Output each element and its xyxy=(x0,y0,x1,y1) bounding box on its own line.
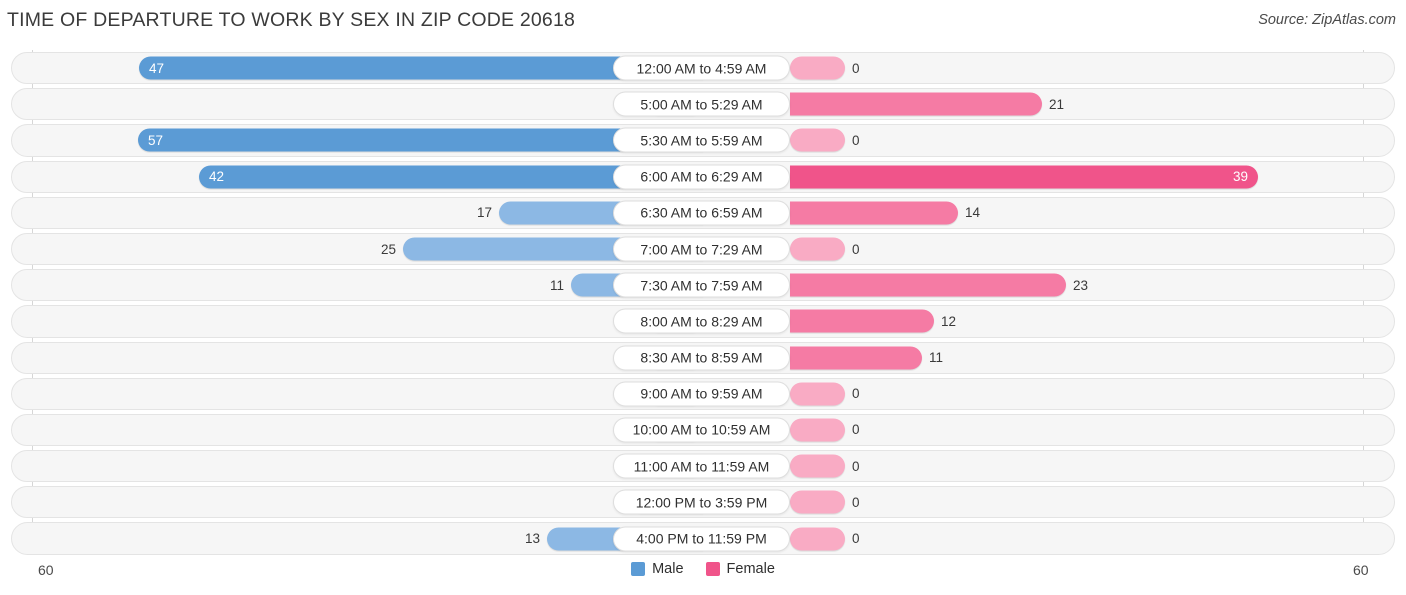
bar-value-female: 14 xyxy=(965,205,981,221)
bar-female[interactable]: 39 xyxy=(790,165,1258,189)
bar-row: 0128:00 AM to 8:29 AM xyxy=(0,303,1406,339)
bar-value-female: 0 xyxy=(852,241,860,257)
bar-row: 6012:00 PM to 3:59 PM xyxy=(0,484,1406,520)
legend-item-female[interactable]: Female xyxy=(705,561,775,577)
bar-row: 0010:00 AM to 10:59 AM xyxy=(0,412,1406,448)
bar-row: 25 0 7:00 AM to 7:29 AM xyxy=(0,231,1406,267)
bar-row: 13 0 4:00 PM to 11:59 PM xyxy=(0,520,1406,556)
category-label: 10:00 AM to 10:59 AM xyxy=(613,417,790,443)
chart-header: TIME OF DEPARTURE TO WORK BY SEX IN ZIP … xyxy=(0,0,1406,44)
legend-label-male: Male xyxy=(652,561,684,577)
category-label: 11:00 AM to 11:59 AM xyxy=(613,453,790,479)
bar-female[interactable]: 23 xyxy=(790,273,1088,297)
bar-value-female: 0 xyxy=(852,386,860,402)
bar-value-male: 47 xyxy=(149,60,165,76)
bar-value-female: 39 xyxy=(1232,168,1248,184)
category-label: 6:00 AM to 6:29 AM xyxy=(613,164,790,190)
bar-row: 17 14 6:30 AM to 6:59 AM xyxy=(0,195,1406,231)
page-title: TIME OF DEPARTURE TO WORK BY SEX IN ZIP … xyxy=(7,9,576,31)
bar-female[interactable]: 0 xyxy=(790,382,860,406)
category-label: 12:00 PM to 3:59 PM xyxy=(613,489,790,515)
bar-value-female: 0 xyxy=(852,422,860,438)
legend-label-female: Female xyxy=(726,561,775,577)
legend-swatch-male-icon xyxy=(631,562,646,576)
bar-value-female: 11 xyxy=(929,349,944,365)
plot-area: 47 0 12:00 AM to 4:59 AM 0 21 5:00 AM to 5:29… xyxy=(0,50,1406,555)
category-label: 7:30 AM to 7:59 AM xyxy=(613,272,790,298)
category-label: 8:30 AM to 8:59 AM xyxy=(613,345,790,371)
bar-female[interactable]: 21 xyxy=(790,92,1064,116)
bar-row: 0215:00 AM to 5:29 AM xyxy=(0,86,1406,122)
chart-footer: 60 60 Male Female xyxy=(0,556,1406,595)
bar-row: 47 0 12:00 AM to 4:59 AM xyxy=(0,50,1406,86)
bar-rows: 47 0 12:00 AM to 4:59 AM 0 21 5:00 AM to 5:29… xyxy=(0,50,1406,557)
legend-swatch-female-icon xyxy=(705,562,720,576)
bar-female[interactable]: 14 xyxy=(790,201,980,225)
category-label: 4:00 PM to 11:59 PM xyxy=(613,526,790,552)
bar-row: 42 39 6:00 AM to 6:29 AM xyxy=(0,159,1406,195)
bar-value-female: 0 xyxy=(852,60,860,76)
bar-female[interactable]: 0 xyxy=(790,490,860,514)
bar-value-female: 12 xyxy=(941,313,957,329)
bar-row: 11 23 7:30 AM to 7:59 AM xyxy=(0,267,1406,303)
bar-female[interactable]: 0 xyxy=(790,128,860,152)
chart-legend: Male Female xyxy=(0,561,1406,577)
bar-value-male: 13 xyxy=(524,530,540,546)
bar-row: 57 0 5:30 AM to 5:59 AM xyxy=(0,122,1406,158)
bar-female[interactable]: 12 xyxy=(790,309,956,333)
bar-value-male: 11 xyxy=(549,277,564,293)
bar-value-female: 0 xyxy=(852,530,860,546)
bar-female[interactable]: 0 xyxy=(790,454,860,478)
source-attribution: Source: ZipAtlas.com xyxy=(1258,12,1396,28)
bar-female[interactable]: 0 xyxy=(790,418,860,442)
bar-row: 0118:30 AM to 8:59 AM xyxy=(0,340,1406,376)
chart-container: TIME OF DEPARTURE TO WORK BY SEX IN ZIP … xyxy=(0,0,1406,595)
bar-row: 0011:00 AM to 11:59 AM xyxy=(0,448,1406,484)
bar-female[interactable]: 0 xyxy=(790,56,860,80)
category-label: 7:00 AM to 7:29 AM xyxy=(613,236,790,262)
bar-value-female: 0 xyxy=(852,458,860,474)
bar-value-male: 25 xyxy=(380,241,396,257)
bar-value-female: 0 xyxy=(852,132,860,148)
category-label: 8:00 AM to 8:29 AM xyxy=(613,308,790,334)
category-label: 5:30 AM to 5:59 AM xyxy=(613,127,790,153)
bar-value-male: 17 xyxy=(476,205,492,221)
category-label: 9:00 AM to 9:59 AM xyxy=(613,381,790,407)
bar-female[interactable]: 11 xyxy=(790,346,943,370)
bar-value-female: 0 xyxy=(852,494,860,510)
category-label: 5:00 AM to 5:29 AM xyxy=(613,91,790,117)
bar-value-female: 23 xyxy=(1073,277,1089,293)
bar-female[interactable]: 0 xyxy=(790,237,860,261)
legend-item-male[interactable]: Male xyxy=(631,561,684,577)
bar-row: 009:00 AM to 9:59 AM xyxy=(0,376,1406,412)
category-label: 6:30 AM to 6:59 AM xyxy=(613,200,790,226)
bar-value-male: 42 xyxy=(209,168,225,184)
category-label: 12:00 AM to 4:59 AM xyxy=(613,55,790,81)
bar-value-male: 57 xyxy=(148,132,164,148)
bar-female[interactable]: 0 xyxy=(790,527,860,551)
bar-value-female: 21 xyxy=(1049,96,1065,112)
